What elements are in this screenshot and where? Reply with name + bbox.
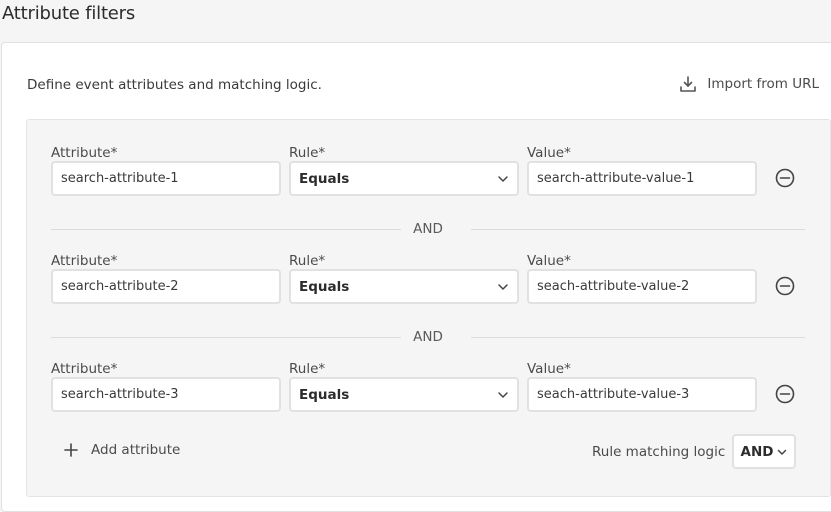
attribute-label: Attribute* <box>51 145 118 161</box>
value-label: Value* <box>527 145 571 161</box>
minus-circle-icon[interactable] <box>774 383 796 405</box>
rule-select-value: Equals <box>299 170 350 187</box>
value-input[interactable] <box>527 377 757 412</box>
attribute-input[interactable] <box>51 161 281 196</box>
attribute-input[interactable] <box>51 377 281 412</box>
rule-label: Rule* <box>289 253 326 269</box>
card-description: Define event attributes and matching log… <box>27 77 322 93</box>
rule-matching-logic-select[interactable]: AND <box>732 434 796 469</box>
chevron-down-icon <box>497 389 509 401</box>
page-title: Attribute filters <box>2 3 136 24</box>
rule-select-value: Equals <box>299 278 350 295</box>
attribute-filters-card: Define event attributes and matching log… <box>1 42 831 512</box>
attribute-input[interactable] <box>51 269 281 304</box>
minus-circle-icon[interactable] <box>774 167 796 189</box>
rule-row: Attribute* Rule* Equals Value* <box>51 361 811 421</box>
divider-line <box>471 337 805 338</box>
chevron-down-icon <box>497 173 509 185</box>
chevron-down-icon <box>777 447 787 457</box>
rule-label: Rule* <box>289 361 326 377</box>
value-label: Value* <box>527 253 571 269</box>
rule-label: Rule* <box>289 145 326 161</box>
rule-row: Attribute* Rule* Equals Value* <box>51 145 811 205</box>
value-label: Value* <box>527 361 571 377</box>
attribute-label: Attribute* <box>51 361 118 377</box>
divider-line <box>471 229 805 230</box>
chevron-down-icon <box>497 281 509 293</box>
and-divider: AND <box>51 329 805 345</box>
and-divider: AND <box>51 221 805 237</box>
add-attribute-button[interactable]: Add attribute <box>63 442 180 458</box>
rule-select-value: Equals <box>299 386 350 403</box>
rule-matching-logic-label: Rule matching logic <box>592 444 726 460</box>
rule-select[interactable]: Equals <box>289 377 519 412</box>
add-attribute-label: Add attribute <box>91 442 181 458</box>
rule-select[interactable]: Equals <box>289 269 519 304</box>
rule-row: Attribute* Rule* Equals Value* <box>51 253 811 313</box>
attribute-label: Attribute* <box>51 253 118 269</box>
minus-circle-icon[interactable] <box>774 275 796 297</box>
value-input[interactable] <box>527 269 757 304</box>
plus-icon <box>63 442 79 458</box>
import-from-url-button[interactable]: Import from URL <box>679 75 819 93</box>
rule-select[interactable]: Equals <box>289 161 519 196</box>
value-input[interactable] <box>527 161 757 196</box>
logic-select-value: AND <box>740 443 774 460</box>
download-icon <box>679 75 697 93</box>
rules-panel: Attribute* Rule* Equals Value* AND Attri… <box>26 119 831 497</box>
import-from-url-label: Import from URL <box>707 76 819 92</box>
